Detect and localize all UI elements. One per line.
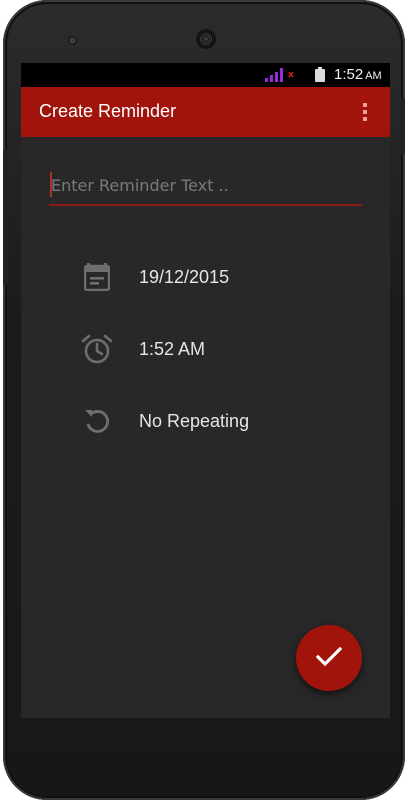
status-bar: x 1:52 AM	[21, 63, 390, 87]
no-data-indicator: x	[288, 70, 294, 80]
status-time-value: 1:52	[334, 66, 364, 83]
signal-icon	[265, 68, 287, 82]
app-bar: Create Reminder	[21, 87, 390, 137]
front-camera	[69, 37, 76, 44]
repeat-picker-row[interactable]: No Repeating	[81, 401, 361, 441]
page-title: Create Reminder	[39, 101, 177, 121]
power-button[interactable]	[400, 98, 405, 154]
time-label: 1:52 AM	[139, 338, 206, 359]
text-cursor	[50, 172, 52, 197]
alarm-clock-icon	[81, 333, 113, 365]
earpiece-speaker	[196, 29, 216, 49]
save-reminder-button[interactable]	[296, 625, 362, 691]
battery-icon	[315, 67, 325, 82]
calendar-icon	[81, 261, 113, 293]
time-picker-row[interactable]: 1:52 AM	[81, 329, 361, 369]
screen: x 1:52 AM Create Reminder Enter Reminder…	[21, 63, 390, 718]
status-time-ampm: AM	[365, 70, 382, 82]
repeat-icon	[81, 405, 113, 437]
check-icon	[315, 646, 343, 670]
date-label: 19/12/2015	[139, 266, 230, 287]
repeat-label: No Repeating	[139, 410, 250, 431]
date-picker-row[interactable]: 19/12/2015	[81, 257, 361, 297]
phone-frame: x 1:52 AM Create Reminder Enter Reminder…	[3, 0, 405, 800]
volume-button[interactable]	[3, 150, 8, 285]
reminder-text-input[interactable]	[49, 166, 362, 206]
status-time: 1:52 AM	[334, 66, 382, 83]
overflow-menu-icon[interactable]	[360, 101, 370, 123]
